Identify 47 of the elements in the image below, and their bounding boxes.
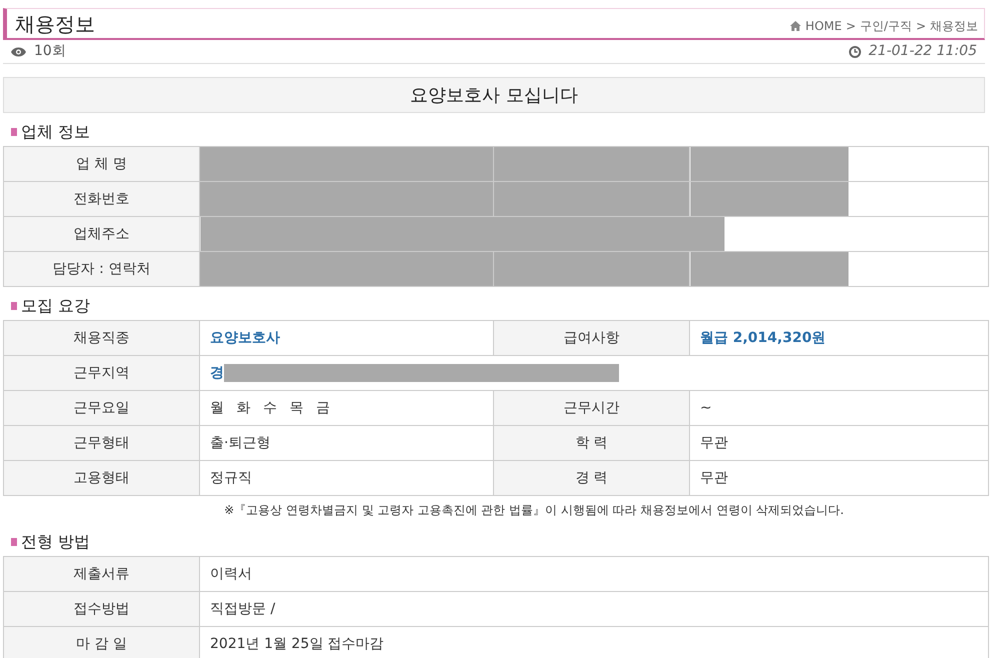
- field-label: 근무지역: [74, 364, 130, 380]
- field-label: 경 력: [575, 470, 608, 486]
- field-value: 직접방문 /: [210, 600, 276, 616]
- field-value: 무관: [700, 470, 728, 486]
- field-label: 제출서류: [74, 566, 130, 582]
- bullet-icon: [11, 128, 17, 136]
- clock-icon: [848, 46, 861, 58]
- field-label: 근무형태: [74, 434, 130, 450]
- breadcrumb-separator: >: [916, 18, 926, 35]
- bullet-icon: [11, 302, 17, 310]
- post-headline: 요양보호사 모십니다: [3, 77, 985, 113]
- field-label: 근무요일: [74, 400, 130, 416]
- breadcrumb-separator: >: [846, 18, 856, 35]
- breadcrumb-link[interactable]: 구인/구직: [860, 17, 912, 35]
- view-count: 10회: [34, 42, 66, 61]
- post-date: 21-01-22 11:05: [868, 42, 977, 61]
- notice-text: ※『고용상 연령차별금지 및 고령자 고용촉진에 관한 법률』이 시행됨에 따라 채용정보에서 연령이 삭제되었습니다.: [223, 502, 845, 519]
- page-title: 채용정보: [15, 11, 95, 38]
- field-label: 전화번호: [74, 190, 130, 206]
- field-value: 경: [210, 364, 224, 380]
- field-value: 이력서: [210, 566, 252, 582]
- field-label: 접수방법: [74, 600, 130, 616]
- breadcrumb-link[interactable]: HOME: [805, 17, 842, 35]
- bullet-icon: [11, 538, 17, 546]
- field-label: 업 체 명: [76, 156, 127, 172]
- field-value: 2021년 1월 25일 접수마감: [210, 636, 384, 652]
- field-value: 월급 2,014,320원: [700, 330, 826, 346]
- field-value: 정규직: [210, 470, 252, 486]
- field-label: 담당자 : 연락처: [52, 260, 150, 276]
- home-icon: [790, 21, 802, 31]
- eye-icon: [11, 46, 26, 56]
- field-label: 근무시간: [564, 400, 620, 416]
- field-label: 채용직종: [74, 330, 130, 346]
- field-value: 요양보호사: [210, 330, 280, 346]
- field-label: 마 감 일: [76, 636, 127, 652]
- field-value: 출·퇴근형: [210, 434, 270, 450]
- section-title: 전형 방법: [21, 531, 90, 553]
- field-value: ~: [700, 400, 712, 416]
- field-label: 업체주소: [74, 226, 130, 242]
- breadcrumb-link[interactable]: 채용정보: [930, 17, 978, 35]
- field-label: 학 력: [575, 434, 608, 450]
- field-value: 월 화 수 목 금: [210, 400, 330, 416]
- field-value: 무관: [700, 434, 728, 450]
- section-title: 업체 정보: [21, 121, 90, 143]
- field-label: 고용형태: [74, 470, 130, 486]
- section-title: 모집 요강: [21, 295, 90, 317]
- field-label: 급여사항: [564, 330, 620, 346]
